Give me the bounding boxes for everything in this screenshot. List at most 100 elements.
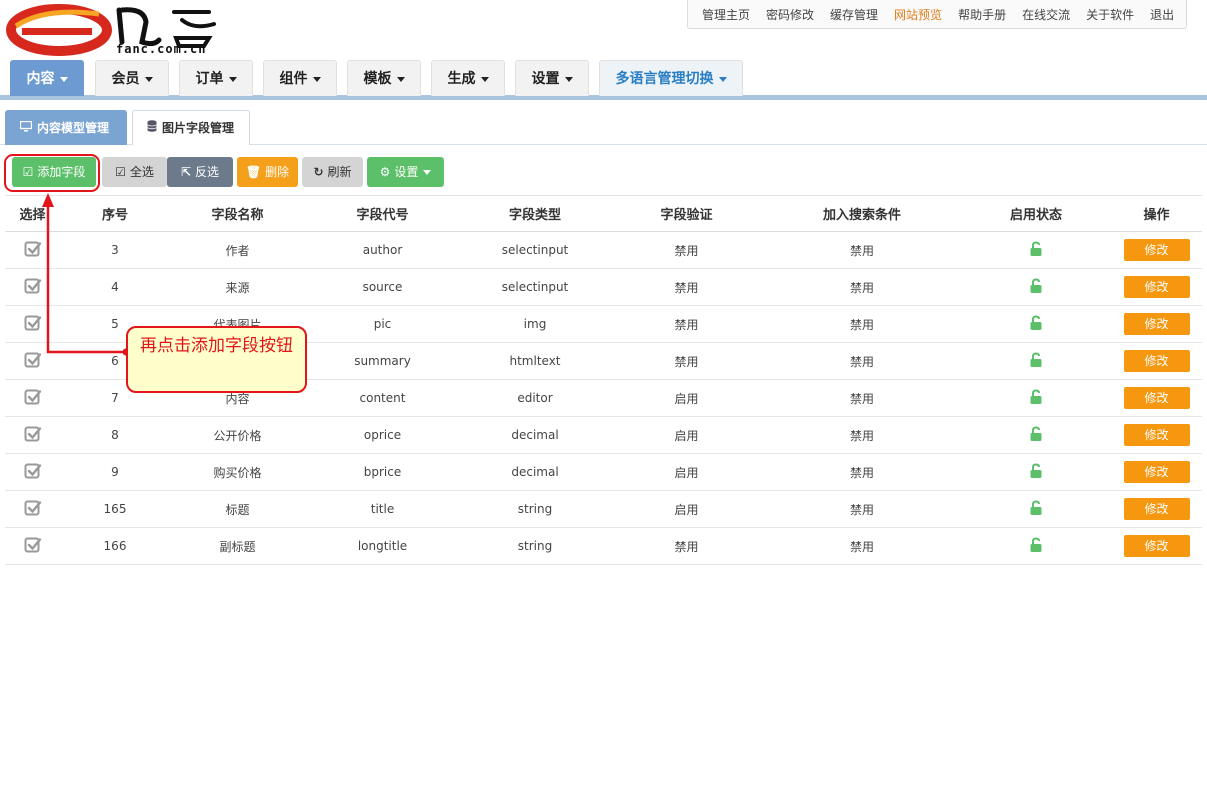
nav-tab-settings[interactable]: 设置 [515, 60, 589, 96]
refresh-button[interactable]: ↻ 刷新 [302, 157, 363, 187]
unlock-icon[interactable] [1029, 351, 1043, 368]
row-validate-toggle[interactable]: 启用 [610, 416, 763, 454]
trash-icon: 🗑 [245, 165, 262, 179]
table-row: 3 作者 author selectinput 禁用 禁用 修改 [5, 231, 1202, 269]
unlock-icon[interactable] [1029, 277, 1043, 294]
col-header-status: 启用状态 [961, 195, 1111, 232]
row-validate-toggle[interactable]: 禁用 [610, 231, 763, 269]
nav-tab-orders[interactable]: 订单 [179, 60, 253, 96]
checkbox-icon[interactable] [24, 499, 42, 517]
row-validate-toggle[interactable]: 禁用 [610, 527, 763, 565]
link-change-password[interactable]: 密码修改 [766, 6, 814, 23]
button-label: 设置 [394, 165, 419, 179]
row-action-cell: 修改 [1111, 305, 1202, 343]
nav-label: 模板 [363, 71, 392, 87]
row-status-cell [961, 231, 1111, 269]
row-validate-toggle[interactable]: 启用 [610, 453, 763, 491]
row-status-cell [961, 453, 1111, 491]
subtab-image-fields[interactable]: 图片字段管理 [132, 110, 250, 145]
row-validate-toggle[interactable]: 启用 [610, 379, 763, 417]
row-validate-toggle[interactable]: 禁用 [610, 305, 763, 343]
edit-button[interactable]: 修改 [1123, 461, 1190, 483]
checkbox-icon[interactable] [24, 425, 42, 443]
edit-button[interactable]: 修改 [1123, 350, 1190, 372]
unlock-icon[interactable] [1029, 462, 1043, 479]
row-validate-toggle[interactable]: 禁用 [610, 268, 763, 306]
refresh-icon: ↻ [313, 165, 324, 179]
row-search-toggle[interactable]: 禁用 [763, 453, 961, 491]
delete-button[interactable]: 🗑 删除 [237, 157, 298, 187]
checkbox-icon[interactable] [24, 240, 42, 258]
row-validate-toggle[interactable]: 禁用 [610, 342, 763, 380]
row-search-toggle[interactable]: 禁用 [763, 379, 961, 417]
row-search-toggle[interactable]: 禁用 [763, 342, 961, 380]
caret-down-icon [396, 76, 405, 82]
row-id: 3 [60, 231, 170, 269]
edit-button[interactable]: 修改 [1123, 498, 1190, 520]
checkbox-icon[interactable] [24, 314, 42, 332]
edit-button[interactable]: 修改 [1123, 387, 1190, 409]
invert-select-button[interactable]: ⇱ 反选 [167, 157, 233, 187]
link-cache-manage[interactable]: 缓存管理 [830, 6, 878, 23]
row-search-toggle[interactable]: 禁用 [763, 527, 961, 565]
row-status-cell [961, 342, 1111, 380]
link-about[interactable]: 关于软件 [1086, 6, 1134, 23]
edit-button[interactable]: 修改 [1123, 276, 1190, 298]
row-select-cell [5, 527, 60, 565]
row-field-name: 副标题 [170, 527, 305, 565]
row-validate-toggle[interactable]: 启用 [610, 490, 763, 528]
col-header-name: 字段名称 [170, 195, 305, 232]
row-field-code: source [305, 268, 460, 306]
row-field-code: author [305, 231, 460, 269]
row-field-type: string [460, 490, 610, 528]
select-all-button[interactable]: ☑ 全选 [102, 157, 167, 187]
row-search-toggle[interactable]: 禁用 [763, 231, 961, 269]
checkbox-icon[interactable] [24, 351, 42, 369]
row-search-toggle[interactable]: 禁用 [763, 268, 961, 306]
link-online-chat[interactable]: 在线交流 [1022, 6, 1070, 23]
link-help-manual[interactable]: 帮助手册 [958, 6, 1006, 23]
nav-tab-multilanguage[interactable]: 多语言管理切换 [599, 60, 743, 96]
row-search-toggle[interactable]: 禁用 [763, 305, 961, 343]
row-action-cell: 修改 [1111, 416, 1202, 454]
link-admin-home[interactable]: 管理主页 [702, 6, 750, 23]
edit-button[interactable]: 修改 [1123, 239, 1190, 261]
unlock-icon[interactable] [1029, 425, 1043, 442]
checkbox-icon[interactable] [24, 277, 42, 295]
col-header-type: 字段类型 [460, 195, 610, 232]
subtab-content-model[interactable]: 内容模型管理 [5, 110, 127, 145]
caret-down-icon [144, 76, 153, 82]
row-search-toggle[interactable]: 禁用 [763, 416, 961, 454]
checkbox-icon[interactable] [24, 536, 42, 554]
caret-down-icon [564, 76, 573, 82]
unlock-icon[interactable] [1029, 536, 1043, 553]
row-search-toggle[interactable]: 禁用 [763, 490, 961, 528]
checkbox-icon[interactable] [24, 462, 42, 480]
logo: fanc.com.cn [4, 2, 224, 56]
nav-tab-generate[interactable]: 生成 [431, 60, 505, 96]
link-logout[interactable]: 退出 [1150, 6, 1174, 23]
row-id: 166 [60, 527, 170, 565]
unlock-icon[interactable] [1029, 388, 1043, 405]
col-header-validate: 字段验证 [610, 195, 763, 232]
nav-tab-content[interactable]: 内容 [10, 60, 84, 96]
unlock-icon[interactable] [1029, 240, 1043, 257]
checkbox-icon[interactable] [24, 388, 42, 406]
col-header-code: 字段代号 [305, 195, 460, 232]
nav-tab-templates[interactable]: 模板 [347, 60, 421, 96]
row-field-code: longtitle [305, 527, 460, 565]
edit-button[interactable]: 修改 [1123, 313, 1190, 335]
row-id: 9 [60, 453, 170, 491]
nav-tab-components[interactable]: 组件 [263, 60, 337, 96]
check-square-icon: ☑ [115, 165, 126, 179]
unlock-icon[interactable] [1029, 314, 1043, 331]
settings-button[interactable]: ⚙ 设置 [367, 157, 444, 187]
unlock-icon[interactable] [1029, 499, 1043, 516]
edit-button[interactable]: 修改 [1123, 535, 1190, 557]
database-icon [147, 111, 157, 146]
row-select-cell [5, 231, 60, 269]
nav-tab-members[interactable]: 会员 [95, 60, 169, 96]
edit-button[interactable]: 修改 [1123, 424, 1190, 446]
link-site-preview[interactable]: 网站预览 [894, 6, 942, 23]
row-field-code: bprice [305, 453, 460, 491]
